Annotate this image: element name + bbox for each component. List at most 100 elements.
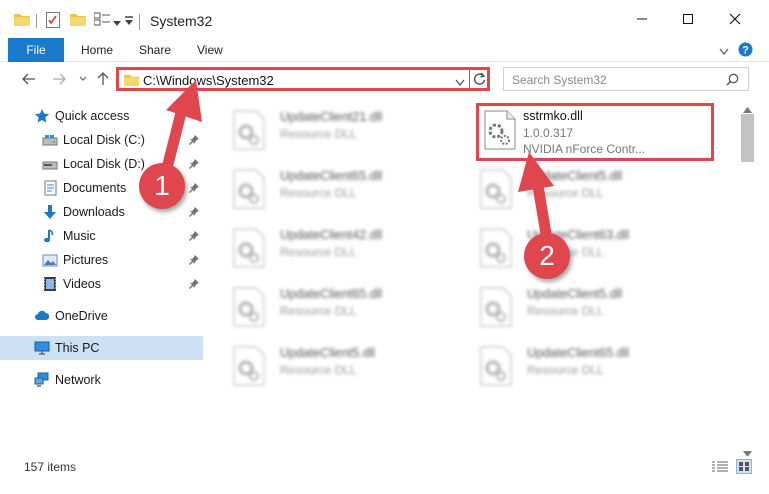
dll-file-icon — [232, 228, 266, 268]
sidebar-item-this-pc[interactable]: This PC — [0, 336, 203, 360]
sidebar-item-label: Local Disk (C:) — [63, 133, 145, 147]
dll-file-icon — [483, 110, 517, 153]
view-options-icon[interactable] — [93, 12, 110, 29]
file-tile[interactable]: UpdateClient21.dll Resource DLL — [224, 106, 464, 158]
sidebar-item-label: Local Disk (D:) — [63, 157, 145, 171]
close-button[interactable] — [712, 0, 758, 38]
help-icon[interactable]: ? — [738, 42, 753, 60]
dll-file-icon — [479, 228, 513, 268]
pin-icon[interactable] — [188, 182, 200, 194]
file-tile[interactable]: UpdateClient5.dll Resource DLL — [471, 283, 711, 335]
step-1-badge: 1 — [139, 163, 185, 209]
expand-ribbon-icon[interactable] — [719, 45, 729, 59]
maximize-button[interactable] — [665, 0, 711, 38]
sidebar-item-label: Quick access — [55, 109, 130, 123]
minimize-button[interactable] — [619, 0, 665, 38]
file-tile[interactable]: UpdateClient42.dll Resource DLL — [224, 224, 464, 276]
navigation-bar: C:\Windows\System32 Search System32 — [0, 62, 769, 96]
tiles-view-icon[interactable] — [736, 459, 752, 474]
file-tile[interactable]: UpdateClient65.dll Resource DLL — [224, 283, 464, 335]
file-name: sstrmko.dll — [523, 109, 583, 123]
chevron-down-icon[interactable] — [113, 16, 121, 30]
address-path[interactable]: C:\Windows\System32 — [143, 73, 274, 88]
sidebar-item-music[interactable]: Music — [0, 224, 203, 248]
download-icon — [42, 204, 58, 220]
music-icon — [42, 228, 58, 244]
properties-icon[interactable] — [46, 12, 60, 31]
file-type: Resource DLL — [527, 363, 604, 377]
target-dll-file[interactable]: sstrmko.dll 1.0.0.317 NVIDIA nForce Cont… — [476, 103, 714, 161]
drive-icon — [42, 156, 58, 172]
sidebar-item-label: Pictures — [63, 253, 109, 267]
dll-file-icon — [479, 346, 513, 386]
file-name: UpdateClient65.dll — [280, 287, 383, 301]
file-type: Resource DLL — [280, 245, 357, 259]
drive-icon — [42, 132, 58, 148]
address-dropdown-icon[interactable] — [455, 76, 465, 90]
sidebar-item-videos[interactable]: Videos — [0, 272, 203, 296]
file-name: UpdateClient65.dll — [280, 169, 383, 183]
sidebar-item-network[interactable]: Network — [0, 368, 203, 392]
tab-home[interactable]: Home — [81, 38, 113, 62]
dll-file-icon — [232, 287, 266, 327]
address-divider — [469, 67, 470, 91]
file-type: Resource DLL — [527, 304, 604, 318]
status-bar: 157 items — [0, 456, 769, 494]
sidebar-item-quick-access[interactable]: Quick access — [0, 104, 203, 128]
tab-share[interactable]: Share — [139, 38, 171, 62]
sidebar-item-local-disk-c[interactable]: Local Disk (C:) — [0, 128, 203, 152]
cloud-icon — [34, 308, 50, 324]
tab-file[interactable]: File — [8, 38, 64, 62]
file-type: Resource DLL — [280, 186, 357, 200]
window-title: System32 — [150, 13, 213, 29]
search-placeholder: Search System32 — [512, 73, 607, 87]
address-bar[interactable]: C:\Windows\System32 — [116, 67, 490, 91]
sidebar-item-label: This PC — [55, 341, 100, 355]
title-separator — [139, 14, 140, 30]
dll-file-icon — [232, 169, 266, 209]
sidebar-item-pictures[interactable]: Pictures — [0, 248, 203, 272]
pin-icon[interactable] — [188, 206, 200, 218]
sidebar-item-label: OneDrive — [55, 309, 108, 323]
details-view-icon[interactable] — [712, 461, 728, 476]
sidebar-item-label: Network — [55, 373, 101, 387]
pin-icon[interactable] — [188, 134, 200, 146]
svg-text:?: ? — [742, 45, 749, 57]
forward-button[interactable] — [50, 70, 68, 88]
pin-icon[interactable] — [188, 230, 200, 242]
recent-locations-button[interactable] — [74, 70, 92, 88]
new-folder-icon[interactable] — [70, 12, 86, 29]
sidebar-item-onedrive[interactable]: OneDrive — [0, 304, 203, 328]
pictures-icon — [42, 252, 58, 268]
sidebar-item-label: Downloads — [63, 205, 125, 219]
file-type: Resource DLL — [527, 186, 604, 200]
sidebar-item-label: Documents — [63, 181, 127, 195]
sidebar-item-label: Videos — [63, 277, 101, 291]
file-tile[interactable]: UpdateClient63.dll Resource DLL — [471, 224, 711, 276]
pin-icon[interactable] — [188, 278, 200, 290]
pin-icon[interactable] — [188, 158, 200, 170]
file-tile[interactable]: UpdateClient5.dll Resource DLL — [224, 342, 464, 394]
file-tile[interactable]: UpdateClient5.dll Resource DLL — [471, 165, 711, 217]
file-tile[interactable]: UpdateClient65.dll Resource DLL — [471, 342, 711, 394]
tab-view[interactable]: View — [197, 38, 223, 62]
search-icon[interactable] — [726, 73, 739, 89]
folder-icon — [124, 73, 139, 89]
customize-toolbar-icon[interactable] — [124, 15, 134, 29]
refresh-icon[interactable] — [473, 72, 486, 89]
back-button[interactable] — [20, 70, 38, 88]
file-name: UpdateClient5.dll — [280, 346, 376, 360]
file-name: UpdateClient65.dll — [527, 346, 630, 360]
file-tile[interactable]: UpdateClient65.dll Resource DLL — [224, 165, 464, 217]
toolbar-separator — [36, 14, 37, 28]
search-input[interactable]: Search System32 — [503, 67, 749, 91]
star-icon — [34, 108, 50, 124]
file-name: UpdateClient5.dll — [527, 287, 623, 301]
vertical-scrollbar[interactable] — [739, 100, 756, 457]
pin-icon[interactable] — [188, 254, 200, 266]
scroll-thumb[interactable] — [741, 114, 754, 162]
up-button[interactable] — [94, 70, 112, 88]
ribbon-tabs: File Home Share View ? — [0, 38, 769, 62]
file-type: Resource DLL — [280, 304, 357, 318]
dll-file-icon — [232, 110, 266, 150]
